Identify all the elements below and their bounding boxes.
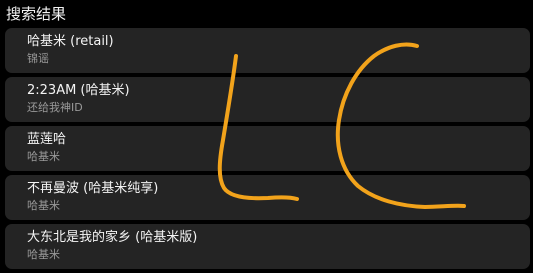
result-subtitle: 还给我神ID: [27, 101, 83, 114]
result-subtitle: 锦谣: [27, 52, 49, 65]
result-item[interactable]: 不再曼波 (哈基米纯享) 哈基米: [5, 175, 530, 220]
result-title: 大东北是我的家乡 (哈基米版): [27, 230, 198, 245]
result-subtitle: 哈基米: [27, 248, 60, 261]
result-item[interactable]: 大东北是我的家乡 (哈基米版) 哈基米: [5, 224, 530, 269]
result-item[interactable]: 哈基米 (retail) 锦谣: [5, 28, 530, 73]
result-title: 蓝莲哈: [27, 132, 67, 147]
search-results-list: 哈基米 (retail) 锦谣 2:23AM (哈基米) 还给我神ID 蓝莲哈 …: [5, 28, 530, 273]
page-title: 搜索结果: [6, 5, 67, 23]
result-title: 哈基米 (retail): [27, 34, 114, 49]
result-title: 2:23AM (哈基米): [27, 83, 130, 98]
result-subtitle: 哈基米: [27, 150, 60, 163]
result-subtitle: 哈基米: [27, 199, 60, 212]
result-item[interactable]: 蓝莲哈 哈基米: [5, 126, 530, 171]
result-item[interactable]: 2:23AM (哈基米) 还给我神ID: [5, 77, 530, 122]
result-title: 不再曼波 (哈基米纯享): [27, 181, 159, 196]
